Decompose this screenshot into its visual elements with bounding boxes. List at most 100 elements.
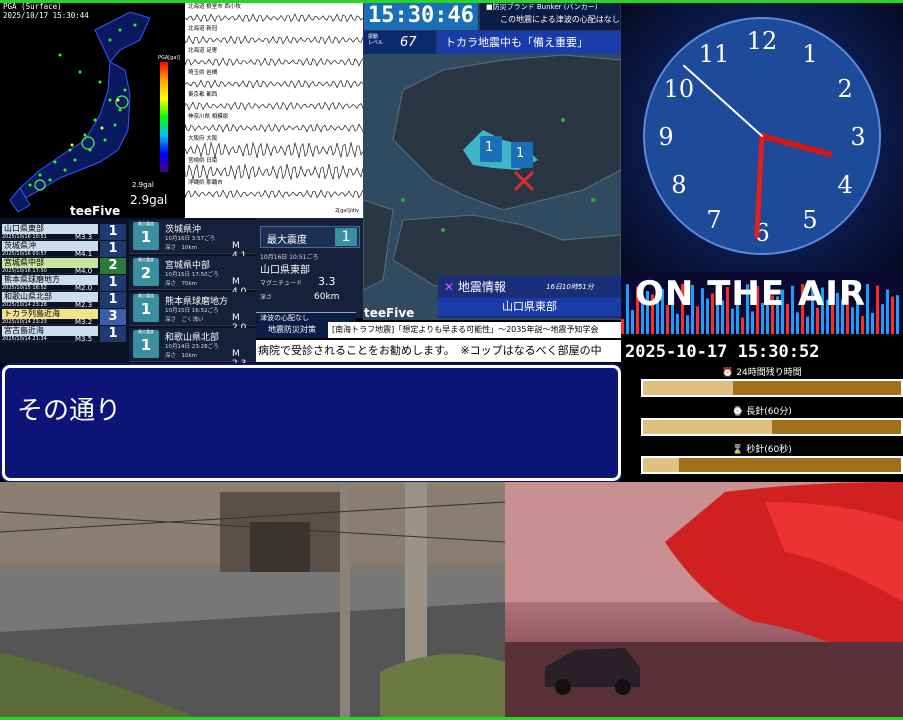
row-scale: 2	[100, 258, 126, 274]
pga-unit: PGA[gal]	[158, 55, 180, 61]
audio-bar	[891, 296, 894, 334]
time-bars-panel: 2025-10-17 15:30:52 ⏰ 24時間残り時間 ⌚ 長針(60分)…	[621, 334, 903, 482]
clock-icon: ⏰	[722, 368, 734, 378]
depth-label: 深さ	[260, 294, 273, 301]
waveform-trace	[185, 164, 363, 180]
audio-bar	[741, 317, 744, 334]
desk-clock-icon: ⌚	[732, 407, 744, 417]
pin-value-2: 1	[516, 146, 525, 161]
waveform-trace	[185, 35, 363, 45]
eq-detail-panel: 最大震度 1 10月16日 10:51ごろ 山口県東部 マグニチュード 3.3 …	[256, 218, 364, 318]
level-value: 67	[400, 35, 417, 50]
audio-bar	[796, 312, 799, 334]
audio-bar	[861, 316, 864, 334]
eq-card: 最大震度 1 和歌山県北部 10月14日 23:28ごろ 深さ 10km M 2.…	[129, 328, 256, 369]
clock-number: 7	[706, 206, 721, 234]
on-air-panel: ON THE AIR	[621, 272, 903, 334]
card-depth: 深さ 10km	[165, 353, 198, 359]
ticker-bottom: 病院で受診されることをお勧めします。 ※コップはなるべく部屋の中	[256, 340, 621, 362]
audio-bar	[876, 285, 879, 334]
card-tag-label: 最大震度	[138, 221, 154, 226]
intensity-row: 熊本県球磨地方 2025/10/15 16:52 M2.0 1	[0, 275, 126, 292]
row-mag: M3.5	[75, 335, 93, 343]
card-depth: 深さ 70km	[165, 281, 198, 287]
row-scale: 1	[100, 326, 126, 342]
eq-info-title-text: 地震情報	[457, 280, 506, 294]
x-mark-icon: ✕	[444, 280, 455, 294]
dialog-text: その通り	[17, 396, 122, 426]
bar-label-second: ⌛ 秒針(60秒)	[732, 445, 792, 455]
station-label: 大阪府 大阪	[188, 134, 218, 142]
row-scale: 3	[100, 309, 126, 325]
intensity-list-panel: teeFive 山口県東部 2025/10/16 10:51 M3.3 1 茨城県…	[0, 204, 256, 369]
card-tag-label: 最大震度	[138, 293, 154, 298]
audio-bar	[871, 312, 874, 334]
row-time: 2025/10/14 23:28	[2, 302, 47, 308]
bar-label-24h: ⏰ 24時間残り時間	[722, 368, 802, 378]
eq-card: 最大震度1 茨城県沖 10月16日 3:57ごろ 深さ 10km M 4.1	[129, 220, 256, 261]
card-scale-tag: 最大震度 1	[133, 221, 159, 250]
card-depth: 深さ 10km	[165, 245, 198, 251]
eq-info-title: ✕ 地震情報	[444, 278, 506, 295]
pga-gal-value: 2.9gal	[130, 193, 168, 207]
card-time: 10月16日 3:57ごろ	[165, 236, 216, 242]
audio-bar	[686, 315, 689, 334]
datetime: 2025-10-17 15:30:52	[625, 342, 820, 362]
progress-bar-second	[641, 456, 903, 474]
progress-fill-minute	[643, 420, 772, 434]
ticker-top: 地震防災対策 [南海トラフ地震]「想定よりも早まる可能性」〜2035年説〜地震予…	[256, 322, 621, 338]
station-label: 宮崎県 日南	[188, 156, 218, 164]
station-label: 神奈川県 相模原	[188, 112, 229, 120]
waveform-trace	[185, 13, 363, 23]
eq-card: 最大震度2 宮城県中部 10月15日 17:50ごろ 深さ 70km M 4.0	[129, 256, 256, 297]
japan-map-svg	[9, 11, 151, 213]
progress-bar-24h	[641, 379, 903, 397]
frame-edge-top	[0, 0, 903, 3]
eq-info-location: 山口県東部	[438, 298, 621, 316]
audio-bar	[676, 313, 679, 334]
live-camera-street	[0, 482, 505, 720]
card-scale-tag: 最大震度 1	[133, 329, 159, 358]
card-scale-tag: 最大震度 2	[133, 257, 159, 286]
clock-number: 3	[850, 123, 865, 151]
hourglass-icon: ⌛	[732, 445, 744, 455]
waveform-trace	[185, 79, 363, 89]
intensity-row: 山口県東部 2025/10/16 10:51 M3.3 1	[0, 224, 126, 241]
clock-number: 2	[837, 75, 852, 103]
bunker-line1: ■防災ブランド Bunker (バンカー)	[486, 3, 598, 11]
waveform-trace	[185, 189, 363, 199]
eq-card: 最大震度1 熊本県球磨地方 10月15日 16:52ごろ 深さ ごく浅い M 2…	[129, 292, 256, 333]
row-scale: 1	[100, 224, 126, 240]
intensity-row: 宮古島近海 2025/10/14 21:34 M3.5 1	[0, 326, 126, 343]
row-mag: M3.3	[75, 233, 93, 241]
eq-time: 10月16日 10:51ごろ	[260, 254, 319, 261]
clock-number: 8	[671, 171, 686, 199]
audio-bar	[806, 316, 809, 334]
card-time: 10月14日 23:28ごろ	[165, 344, 219, 350]
max-intensity-box: 最大震度 1	[260, 226, 360, 248]
intensity-row: 和歌山県北部 2025/10/14 23:28 M2.3 1	[0, 292, 126, 309]
card-scale: 2	[140, 264, 152, 282]
waveform-svg: 北海道 根室市 西小牧北海道 新冠北海道 足寄埼玉県 岩槻東京都 都西神奈川県 …	[185, 2, 363, 199]
waveform-scale: 2[gal]/div	[335, 208, 359, 214]
station-label: 東京都 都西	[188, 90, 218, 98]
station-label: 埼玉県 岩槻	[188, 68, 218, 76]
audio-bar	[631, 310, 634, 334]
clock-number: 1	[802, 40, 817, 68]
street-scene-svg	[0, 482, 505, 720]
clock-number: 9	[658, 123, 673, 151]
row-mag: M4.1	[75, 250, 93, 258]
analog-clock-svg: 12 1234567891011	[643, 17, 881, 255]
row-time: 2025/10/15 16:52	[2, 285, 47, 291]
ticker-tag: 地震防災対策	[256, 322, 328, 338]
station-label: 北海道 新冠	[188, 24, 218, 32]
waveform-trace	[185, 57, 363, 67]
station-label: 北海道 根室市 西小牧	[188, 2, 241, 10]
audio-bar	[626, 284, 629, 334]
analog-clock-panel: 12 1 2 3 4 5 6 7 8 9 10 11	[621, 0, 903, 272]
audio-bar	[896, 295, 899, 334]
row-mag: M4.0	[75, 267, 93, 275]
audio-bar	[621, 319, 624, 334]
audio-bar	[751, 311, 754, 334]
bunker-banner: ■防災ブランド Bunker (バンカー) この地震による津波の心配はなし	[480, 2, 620, 30]
